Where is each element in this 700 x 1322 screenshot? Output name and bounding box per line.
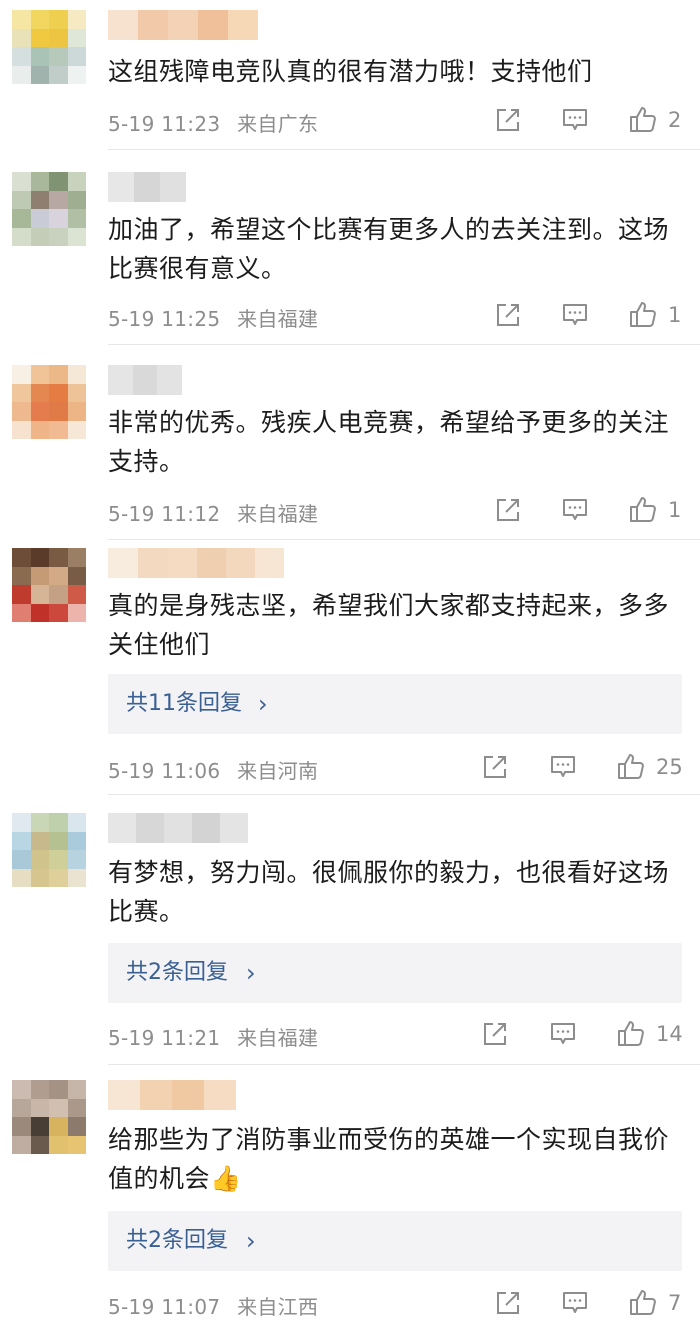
like-count: 1 [668, 498, 682, 522]
share-icon[interactable] [481, 1020, 509, 1048]
comment-time: 5-19 11:25 [108, 307, 221, 331]
avatar[interactable] [12, 172, 86, 246]
comment-item: 给那些为了消防事业而受伤的英雄一个实现自我价值的机会👍 共2条回复 › 5-19… [0, 1065, 700, 1322]
comment-text: 非常的优秀。残疾人电竞赛，希望给予更多的关注支持。 [108, 408, 670, 476]
comment-location: 来自福建 [237, 1026, 319, 1050]
comment-meta: 5-19 11:21 来自福建 [108, 1022, 318, 1051]
share-icon[interactable] [494, 301, 522, 329]
username-redacted[interactable] [108, 1080, 236, 1110]
comment-location: 来自广东 [237, 112, 319, 136]
replies-count: 共11条回复 [126, 691, 242, 716]
comment-text: 有梦想，努力闯。很佩服你的毅力，也很看好这场比赛。 [108, 858, 670, 926]
like-count: 1 [668, 303, 682, 327]
username-redacted[interactable] [108, 813, 248, 843]
replies-count: 共2条回复 [126, 1228, 228, 1253]
comment-time: 5-19 11:07 [108, 1295, 221, 1319]
like-count: 14 [656, 1022, 683, 1046]
comment-text: 加油了，希望这个比赛有更多人的去关注到。这场比赛很有意义。 [108, 215, 670, 283]
comment-time: 5-19 11:21 [108, 1026, 221, 1050]
comment-meta: 5-19 11:07 来自江西 [108, 1291, 318, 1320]
share-icon[interactable] [494, 1289, 522, 1317]
comment-time: 5-19 11:06 [108, 759, 221, 783]
share-icon[interactable] [481, 753, 509, 781]
replies-count: 共2条回复 [126, 960, 228, 985]
replies-link[interactable]: 共11条回复 › [108, 674, 682, 734]
thumbs-up-icon[interactable] [628, 299, 658, 329]
comment-icon[interactable] [549, 753, 577, 781]
comment-location: 来自河南 [237, 759, 319, 783]
thumbs-up-icon[interactable] [616, 751, 646, 781]
comment-meta: 5-19 11:23 来自广东 [108, 108, 318, 137]
thumbs-up-icon[interactable] [628, 1287, 658, 1317]
comment-location: 来自福建 [237, 502, 319, 526]
share-icon[interactable] [494, 496, 522, 524]
share-icon[interactable] [494, 106, 522, 134]
thumbs-up-icon[interactable] [628, 494, 658, 524]
comment-meta: 5-19 11:12 来自福建 [108, 498, 318, 527]
thumbs-up-icon[interactable] [616, 1018, 646, 1048]
comment-item: 真的是身残志坚，希望我们大家都支持起来，多多关住他们 共11条回复 › 5-19… [0, 540, 700, 795]
username-redacted[interactable] [108, 10, 258, 40]
avatar[interactable] [12, 1080, 86, 1154]
comment-icon[interactable] [561, 106, 589, 134]
avatar[interactable] [12, 813, 86, 887]
comment-item: 非常的优秀。残疾人电竞赛，希望给予更多的关注支持。 5-19 11:12 来自福… [0, 345, 700, 540]
replies-link[interactable]: 共2条回复 › [108, 943, 682, 1003]
comment-location: 来自福建 [237, 307, 319, 331]
chevron-right-icon: › [246, 1227, 256, 1255]
comment-time: 5-19 11:12 [108, 502, 221, 526]
comment-item: 有梦想，努力闯。很佩服你的毅力，也很看好这场比赛。 共2条回复 › 5-19 1… [0, 795, 700, 1065]
replies-link[interactable]: 共2条回复 › [108, 1211, 682, 1271]
comment-time: 5-19 11:23 [108, 112, 221, 136]
comment-item: 这组残障电竞队真的很有潜力哦！支持他们 5-19 11:23 来自广东 2 [0, 0, 700, 150]
comment-text: 给那些为了消防事业而受伤的英雄一个实现自我价值的机会👍 [108, 1125, 670, 1193]
like-count: 7 [668, 1291, 682, 1315]
like-count: 2 [668, 108, 682, 132]
avatar[interactable] [12, 548, 86, 622]
comment-icon[interactable] [561, 496, 589, 524]
chevron-right-icon: › [246, 959, 256, 987]
comment-location: 来自江西 [237, 1295, 319, 1319]
thumbs-up-icon[interactable] [628, 104, 658, 134]
comment-meta: 5-19 11:06 来自河南 [108, 755, 318, 784]
comment-icon[interactable] [561, 301, 589, 329]
chevron-right-icon: › [258, 690, 268, 718]
comment-icon[interactable] [549, 1020, 577, 1048]
username-redacted[interactable] [108, 548, 284, 578]
comment-item: 加油了，希望这个比赛有更多人的去关注到。这场比赛很有意义。 5-19 11:25… [0, 150, 700, 345]
comment-icon[interactable] [561, 1289, 589, 1317]
comment-text: 这组残障电竞队真的很有潜力哦！支持他们 [108, 57, 593, 86]
like-count: 25 [656, 755, 683, 779]
comment-text: 真的是身残志坚，希望我们大家都支持起来，多多关住他们 [108, 591, 670, 659]
avatar[interactable] [12, 10, 86, 84]
username-redacted[interactable] [108, 172, 186, 202]
avatar[interactable] [12, 365, 86, 439]
username-redacted[interactable] [108, 365, 182, 395]
comment-meta: 5-19 11:25 来自福建 [108, 303, 318, 332]
